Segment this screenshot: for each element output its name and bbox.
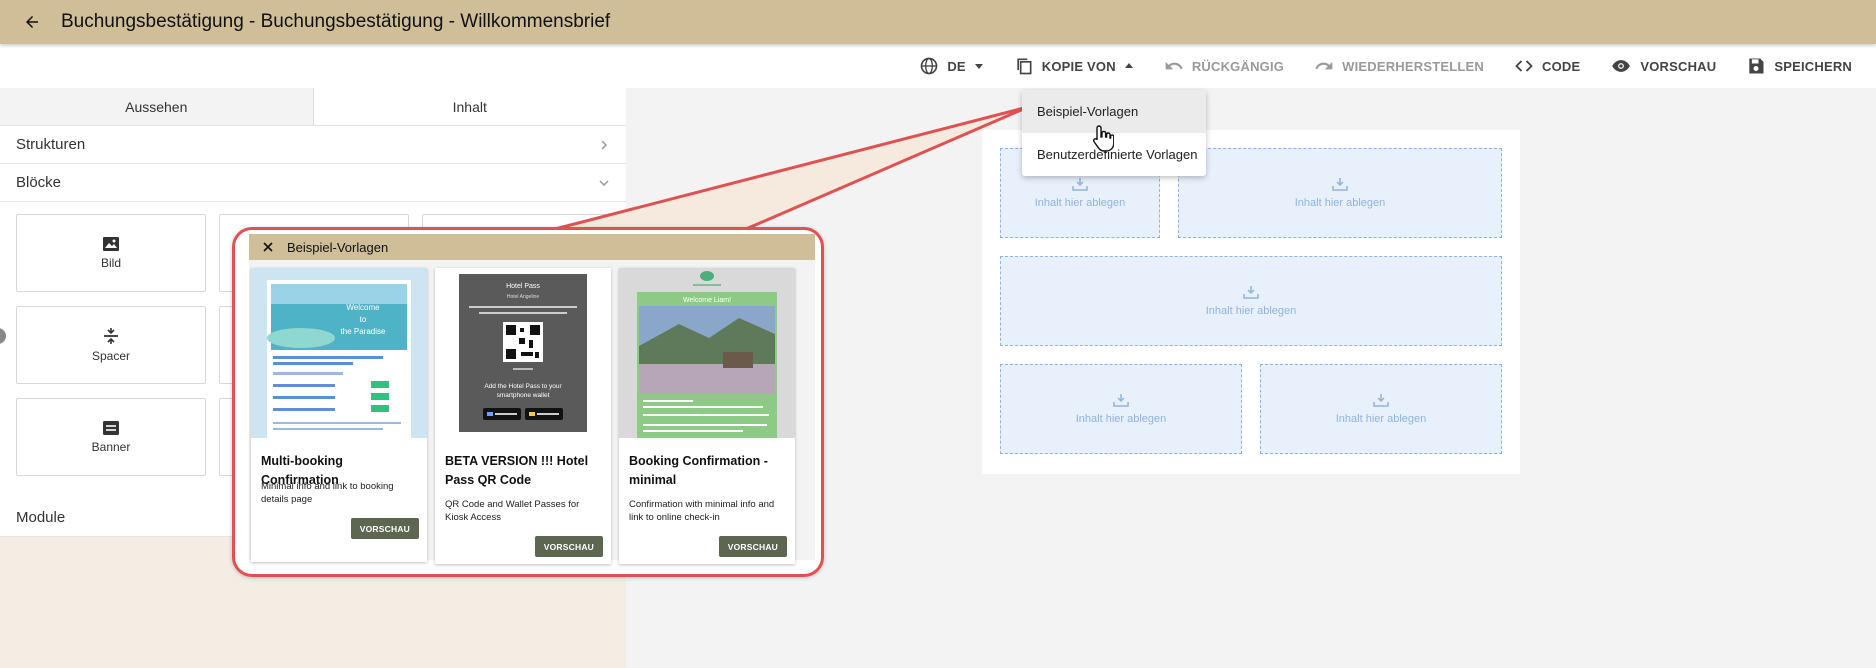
code-icon [1515,60,1533,72]
block-image[interactable]: Bild [16,214,206,292]
editor-toolbar: DE KOPIE VON RÜCKGÄNGIG WIEDERHERSTELLEN… [0,44,1876,88]
thumb2-heading: Hotel Pass [506,283,540,290]
spacer-icon [104,328,118,344]
thumb1-heading-1: Welcome [346,303,380,312]
thumb1-heading-3: the Paradise [341,327,386,336]
tab-inhalt[interactable]: Inhalt [313,88,626,126]
template-description: QR Code and Wallet Passes for Kiosk Acce… [445,499,580,523]
popup-header: Beispiel-Vorlagen [249,234,815,260]
section-structures[interactable]: Strukturen [0,126,626,164]
template-thumbnail-image: Welcome to the Paradise [251,268,427,438]
redo-button[interactable]: WIEDERHERSTELLEN [1304,50,1494,82]
thumb2-subheading: Hotel Angeline [507,294,539,300]
section-blocks-label: Blöcke [16,174,62,191]
caret-up-icon [1124,63,1133,68]
preview-button[interactable]: VORSCHAU [1600,50,1726,82]
template-title: BETA VERSION !!! Hotel Pass QR Code [445,454,589,487]
code-label: CODE [1541,58,1581,74]
caret-down-icon [974,64,983,69]
copy-from-label: KOPIE VON [1041,58,1116,74]
undo-button[interactable]: RÜCKGÄNGIG [1154,50,1294,82]
tab-aussehen[interactable]: Aussehen [0,88,314,126]
undo-icon [1165,61,1183,70]
template-description: Minimal info and link to booking details… [261,481,394,505]
page-title: Buchungsbestätigung - Buchungsbestätigun… [61,11,611,32]
template-thumbnail: Hotel Pass Hotel Angeline Add the Hotel … [435,268,611,438]
close-icon [263,242,273,252]
menu-item-sample-templates[interactable]: Beispiel-Vorlagen [1022,90,1206,133]
block-image-label: Bild [100,256,121,270]
drop-zone-label: Inhalt hier ablegen [1205,305,1297,317]
redo-icon [1315,61,1333,70]
drop-zone-label: Inhalt hier ablegen [1335,413,1427,425]
app-header: Buchungsbestätigung - Buchungsbestätigun… [0,0,1876,44]
template-preview-button[interactable]: VORSCHAU [718,536,787,557]
image-icon [103,237,119,251]
copy-icon [1017,58,1032,75]
code-button[interactable]: CODE [1504,50,1590,82]
block-spacer[interactable]: Spacer [16,306,206,384]
drop-zone[interactable]: Inhalt hier ablegen [1178,148,1502,238]
back-button[interactable] [20,10,44,34]
thumb2-cta-1: Add the Hotel Pass to your [484,383,562,390]
preview-label: VORSCHAU [1640,58,1717,74]
panel-tabs: Aussehen Inhalt [0,88,626,126]
template-card[interactable]: Welcome to the Paradise Multi-booking Co… [251,268,427,562]
copy-from-menu: Beispiel-Vorlagen Benutzerdefinierte Vor… [1022,90,1206,176]
thumb1-heading-2: to [360,315,367,324]
block-banner[interactable]: Banner [16,398,206,476]
language-selector[interactable]: DE [909,50,993,82]
save-label: SPEICHERN [1774,58,1852,74]
save-icon [1749,58,1764,74]
template-list: Welcome to the Paradise Multi-booking Co… [249,260,815,564]
template-card[interactable]: Welcome Liam! Booking Confirmation - min… [619,268,795,564]
redo-label: WIEDERHERSTELLEN [1342,58,1484,74]
copy-from-button[interactable]: KOPIE VON [1004,50,1144,82]
template-preview-button[interactable]: VORSCHAU [534,536,603,557]
template-thumbnail-image: Hotel Pass Hotel Angeline Add the Hotel … [435,268,611,438]
chevron-right-icon [601,139,608,150]
download-tray-icon [1072,178,1088,191]
save-button[interactable]: SPEICHERN [1736,50,1862,82]
template-thumbnail: Welcome to the Paradise [251,268,427,438]
drop-zone-label: Inhalt hier ablegen [1075,413,1167,425]
chevron-down-icon [599,179,609,186]
download-tray-icon [1373,394,1389,407]
section-blocks[interactable]: Blöcke [0,164,626,202]
download-tray-icon [1332,178,1348,191]
hand-cursor-icon [1092,125,1114,152]
drop-zone[interactable]: Inhalt hier ablegen [1260,364,1502,454]
banner-icon [103,421,119,435]
download-tray-icon [1113,394,1129,407]
globe-icon [920,57,938,75]
drop-zone-label: Inhalt hier ablegen [1294,197,1386,209]
sample-templates-popup: Beispiel-Vorlagen Welcome to the Paradis… [232,227,824,577]
email-sheet: Inhalt hier ablegen Inhalt hier ablegen … [982,130,1520,474]
template-card[interactable]: Hotel Pass Hotel Angeline Add the Hotel … [435,268,611,564]
template-thumbnail: Welcome Liam! [619,268,795,438]
template-title: Booking Confirmation - minimal [629,454,768,487]
template-description: Confirmation with minimal info and link … [629,499,775,523]
menu-item-custom-templates[interactable]: Benutzerdefinierte Vorlagen [1022,133,1206,176]
popup-title: Beispiel-Vorlagen [287,239,389,255]
thumb3-heading: Welcome Liam! [683,297,731,304]
download-tray-icon [1243,286,1259,299]
drop-zone[interactable]: Inhalt hier ablegen [1000,364,1242,454]
language-label: DE [947,58,966,74]
drop-zone[interactable]: Inhalt hier ablegen [1000,256,1502,346]
template-thumbnail-image: Welcome Liam! [619,268,795,438]
template-preview-button[interactable]: VORSCHAU [350,518,419,539]
undo-label: RÜCKGÄNGIG [1191,58,1285,74]
block-banner-label: Banner [91,440,131,454]
eye-icon [1612,60,1631,72]
arrow-left-icon [26,16,38,28]
close-button[interactable] [259,238,277,256]
section-structures-label: Strukturen [16,136,86,153]
drop-zone-label: Inhalt hier ablegen [1034,197,1126,209]
thumb2-cta-2: smartphone wallet [497,392,550,399]
block-spacer-label: Spacer [91,349,131,363]
section-modules-label: Module [16,509,66,526]
